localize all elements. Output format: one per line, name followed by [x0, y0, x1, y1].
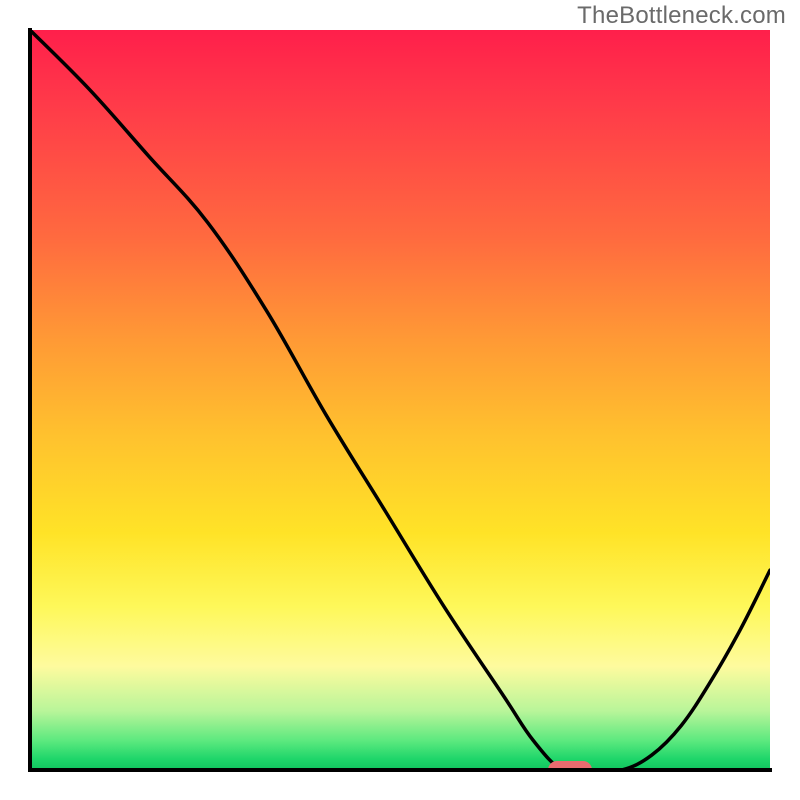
plot-area [30, 30, 770, 770]
bottleneck-curve [30, 30, 770, 770]
y-axis [28, 28, 32, 772]
chart-root: TheBottleneck.com [0, 0, 800, 800]
x-axis [28, 768, 772, 772]
attribution-watermark: TheBottleneck.com [577, 2, 786, 30]
